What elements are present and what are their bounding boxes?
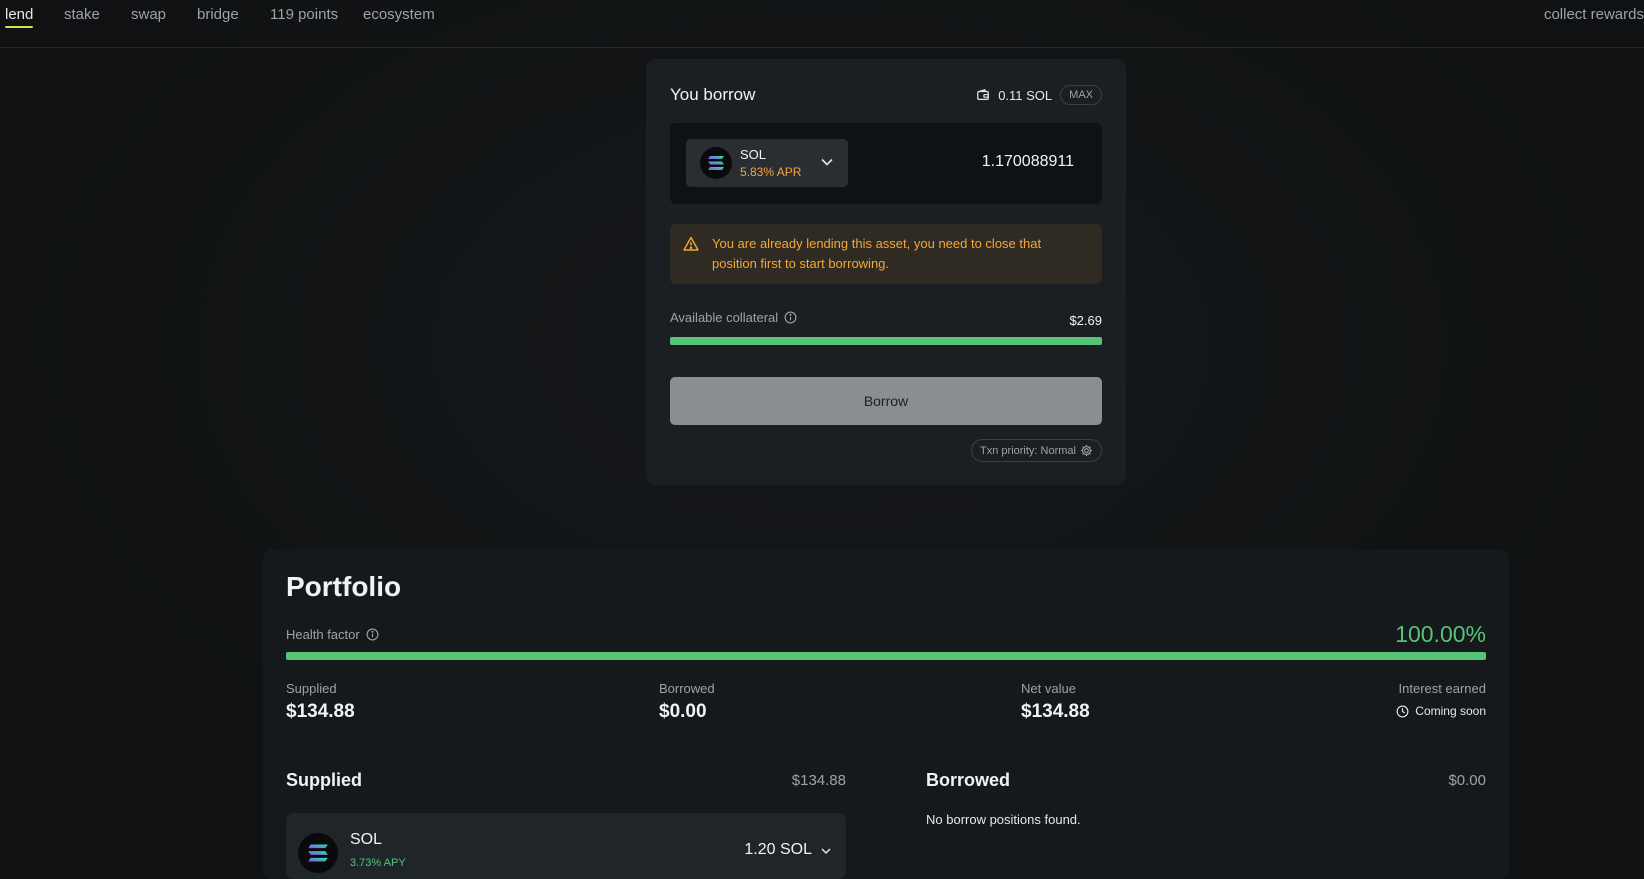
position-amount: 1.20 SOL (744, 841, 812, 858)
borrowed-stat-value: $0.00 (659, 701, 707, 722)
token-selector[interactable]: SOL 5.83% APR (686, 139, 848, 187)
portfolio-panel: Portfolio Health factor 100.00% Supplied… (263, 549, 1509, 879)
health-factor-label: Health factor (286, 627, 379, 642)
health-factor-value: 100.00% (1395, 621, 1486, 647)
health-factor-bar-fill (286, 652, 1486, 660)
borrow-button[interactable]: Borrow (670, 377, 1102, 425)
nav-bridge[interactable]: bridge (197, 6, 239, 23)
txn-priority-button[interactable]: Txn priority: Normal (971, 439, 1102, 462)
collateral-value: $2.69 (1069, 313, 1102, 328)
borrow-amount-input[interactable]: 1.170088911 (982, 153, 1074, 171)
borrow-title: You borrow (670, 85, 756, 104)
nav-stake[interactable]: stake (64, 6, 100, 23)
max-button[interactable]: MAX (1060, 85, 1102, 105)
chevron-down-icon (821, 158, 833, 166)
borrowed-stat-label: Borrowed (659, 681, 715, 696)
gear-icon (1080, 444, 1093, 457)
info-icon[interactable] (784, 311, 797, 324)
token-apr: 5.83% APR (740, 165, 802, 179)
collateral-bar (670, 337, 1102, 345)
health-factor-label-text: Health factor (286, 627, 360, 642)
coming-soon-text: Coming soon (1415, 704, 1486, 718)
supplied-stat-label: Supplied (286, 681, 337, 696)
nav-swap[interactable]: swap (131, 6, 166, 23)
info-icon[interactable] (366, 628, 379, 641)
nav-lend[interactable]: lend (5, 6, 34, 28)
sol-logo-icon (700, 147, 732, 179)
borrowed-section-total: $0.00 (1448, 772, 1486, 789)
collateral-label: Available collateral (670, 310, 797, 325)
supplied-section-total: $134.88 (791, 772, 846, 789)
wallet-balance: 0.11 SOL MAX (976, 85, 1102, 105)
portfolio-title: Portfolio (286, 571, 402, 602)
clock-icon (1396, 705, 1409, 717)
balance-value: 0.11 SOL (998, 87, 1053, 103)
position-apy: 3.73% APY (350, 857, 406, 869)
interest-earned-value: Coming soon (1396, 704, 1486, 718)
token-symbol: SOL (740, 147, 767, 162)
collect-rewards-link[interactable]: collect rewards (1544, 6, 1644, 23)
collateral-label-text: Available collateral (670, 310, 779, 325)
warning-text: You are already lending this asset, you … (712, 236, 1042, 271)
interest-earned-label: Interest earned (1398, 681, 1486, 696)
net-value-label: Net value (1021, 681, 1076, 696)
supplied-position-card[interactable]: SOL 3.73% APY 1.20 SOL (286, 813, 846, 879)
supplied-stat-value: $134.88 (286, 701, 355, 722)
warning-icon (683, 236, 699, 251)
sol-logo-icon (298, 833, 338, 873)
nav-ecosystem[interactable]: ecosystem (363, 6, 435, 23)
txn-priority-label: Txn priority: Normal (980, 444, 1076, 457)
health-factor-bar (286, 652, 1486, 660)
wallet-icon (977, 89, 990, 100)
chevron-down-icon[interactable] (820, 845, 832, 857)
collateral-bar-fill (670, 337, 1102, 345)
position-symbol: SOL (350, 831, 383, 848)
top-nav: lend stake swap bridge 119 points ecosys… (0, 0, 1644, 48)
supplied-section-title: Supplied (286, 770, 362, 790)
no-borrow-message: No borrow positions found. (926, 812, 1081, 827)
amount-input-box: SOL 5.83% APR 1.170088911 (670, 123, 1102, 204)
borrow-card: You borrow 0.11 SOL MAX SOL 5.83% APR 1.… (646, 59, 1126, 485)
borrowed-section-title: Borrowed (926, 770, 1011, 790)
nav-points[interactable]: 119 points (270, 6, 338, 23)
net-value: $134.88 (1021, 701, 1090, 722)
warning-banner: You are already lending this asset, you … (670, 224, 1102, 284)
